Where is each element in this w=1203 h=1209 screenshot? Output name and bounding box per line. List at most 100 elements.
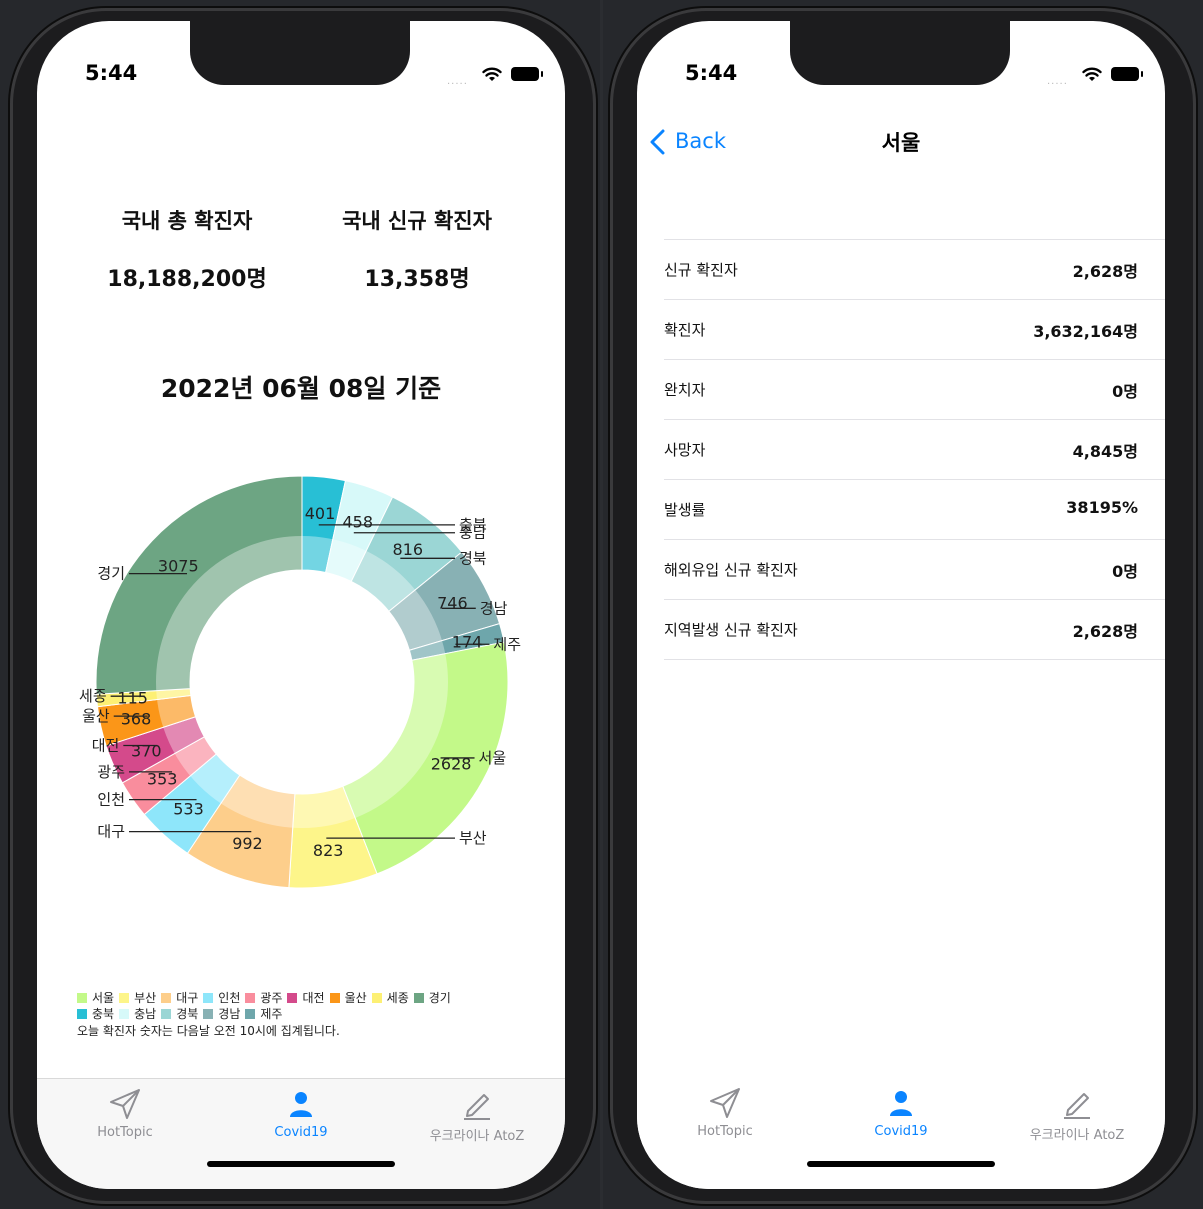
- row-label: 신규 확진자: [664, 261, 738, 279]
- tab-label: 우크라이나 AtoZ: [429, 1129, 525, 1144]
- tab-label: Covid19: [274, 1125, 328, 1140]
- category-label-부산: 부산: [459, 829, 487, 847]
- legend-label: 인천: [218, 991, 241, 1005]
- row-label: 지역발생 신규 확진자: [664, 621, 798, 639]
- paper-plane-icon: [710, 1088, 740, 1118]
- notch: [790, 21, 1010, 85]
- data-label-경북: 816: [393, 540, 424, 559]
- date-title: 2022년 06월 08일 기준: [160, 374, 442, 403]
- data-label-대구: 992: [232, 834, 263, 853]
- home-indicator: [807, 1161, 995, 1167]
- update-note: 오늘 확진자 숫자는 다음날 오전 10시에 집계됩니다.: [77, 1024, 340, 1038]
- legend-label: 울산: [344, 991, 367, 1005]
- tab-hottopic[interactable]: HotTopic: [637, 1086, 813, 1139]
- legend-label: 제주: [260, 1007, 283, 1021]
- regional-donut-chart[interactable]: 401충북458충남816 경북746 경남174 제주2628 서울823부산992대…: [37, 441, 565, 891]
- status-time: 5:44: [685, 61, 738, 85]
- legend-swatch: [413, 993, 424, 1003]
- legend-swatch: [245, 1009, 256, 1019]
- covid-summary-screen: 5:44 ..... 국내 총 확진자 18,188,200명 국내 신규 확진…: [37, 21, 565, 1189]
- list-item: 해외유입 신규 확진자 0명: [664, 540, 1165, 600]
- legend-label: 부산: [134, 991, 157, 1005]
- tab-label: Covid19: [874, 1124, 928, 1139]
- legend-label: 경북: [176, 1007, 199, 1021]
- legend-swatch: [77, 1009, 87, 1019]
- legend-swatch: [161, 1009, 172, 1019]
- tab-label: HotTopic: [97, 1125, 153, 1140]
- tab-bar: HotTopic Covid19 우크라이나 AtoZ: [637, 1078, 1165, 1189]
- row-value: 3,632,164명: [1033, 322, 1138, 341]
- legend-swatch: [203, 993, 214, 1003]
- legend-swatch: [161, 993, 172, 1003]
- legend-item: 충남: [119, 1006, 156, 1022]
- tab-hottopic[interactable]: HotTopic: [37, 1087, 213, 1140]
- data-label-세종: 115: [117, 688, 148, 707]
- legend-item: 충북: [77, 1006, 114, 1022]
- legend-item: 경기: [413, 990, 451, 1006]
- list-item: 지역발생 신규 확진자 2,628명: [664, 600, 1165, 660]
- legend-label: 경남: [218, 1007, 241, 1021]
- status-icons: .....: [439, 65, 543, 87]
- data-label-제주: 174: [452, 632, 483, 651]
- legend-item: 울산: [329, 990, 367, 1006]
- legend-label: 대구: [176, 991, 199, 1005]
- legend-row: 충북 충남 경북 경남 제주: [77, 1006, 547, 1022]
- paper-plane-icon: [110, 1089, 140, 1119]
- legend-swatch: [245, 993, 256, 1003]
- wifi-icon: [482, 67, 502, 81]
- list-item: 발생률 38195%: [664, 480, 1165, 540]
- category-label-인천: 인천: [97, 791, 125, 809]
- list-item: 완치자 0명: [664, 360, 1165, 420]
- list-item: 신규 확진자 2,628명: [664, 240, 1165, 300]
- legend-swatch: [371, 993, 382, 1003]
- battery-icon: [1111, 67, 1143, 81]
- row-value: 4,845명: [1072, 442, 1138, 461]
- data-label-경기: 3075: [158, 556, 199, 575]
- tab-ukraine-atoz[interactable]: 우크라이나 AtoZ: [389, 1087, 565, 1144]
- category-label-대전: 대전: [92, 736, 120, 754]
- total-cases-value: 18,188,200명: [107, 267, 267, 292]
- legend-item: 광주: [245, 990, 282, 1006]
- detail-list: 신규 확진자 2,628명 확진자 3,632,164명 완치자 0명 사망자 …: [664, 239, 1165, 660]
- category-label-경북: 경북: [459, 549, 487, 567]
- tab-ukraine-atoz[interactable]: 우크라이나 AtoZ: [989, 1086, 1165, 1143]
- category-label-경남: 경남: [480, 599, 508, 617]
- category-label-서울: 서울: [479, 749, 507, 767]
- legend-label: 세종: [386, 991, 409, 1005]
- wifi-icon: [1082, 67, 1102, 81]
- legend-label: 서울: [92, 991, 115, 1005]
- seoul-detail-screen: 5:44 ..... 서울 Back 신규 확진자 2,628명 확진자 3,6…: [637, 21, 1165, 1189]
- row-label: 완치자: [664, 381, 706, 399]
- data-label-인천: 533: [173, 800, 204, 819]
- new-cases-value: 13,358명: [364, 267, 470, 292]
- signal-icon: .....: [447, 76, 468, 87]
- legend-row: 서울 부산 대구 인천 광주 대전 울산 세종 경기: [77, 990, 547, 1006]
- status-icons: .....: [1039, 65, 1143, 87]
- row-value: 2,628명: [1072, 622, 1138, 641]
- tab-covid19[interactable]: Covid19: [213, 1087, 389, 1140]
- tab-covid19[interactable]: Covid19: [813, 1086, 989, 1139]
- legend-label: 충남: [134, 1007, 157, 1021]
- legend-item: 경북: [161, 1006, 198, 1022]
- legend-swatch: [329, 993, 340, 1003]
- legend-item: 제주: [245, 1006, 282, 1022]
- legend-label: 경기: [428, 991, 451, 1005]
- category-label-광주: 광주: [97, 763, 125, 781]
- legend-label: 충북: [92, 1007, 115, 1021]
- list-item: 확진자 3,632,164명: [664, 300, 1165, 360]
- row-value: 2,628명: [1072, 262, 1138, 281]
- list-item: 사망자 4,845명: [664, 420, 1165, 480]
- legend-swatch: [203, 1009, 214, 1019]
- data-label-충북: 401: [305, 504, 336, 523]
- legend-item: 부산: [119, 990, 156, 1006]
- legend-label: 광주: [260, 991, 283, 1005]
- data-label-울산: 368: [121, 710, 152, 729]
- chart-legend: 서울 부산 대구 인천 광주 대전 울산 세종 경기 충북 충남 경북 경남 제주: [77, 990, 547, 1022]
- tab-label: 우크라이나 AtoZ: [1029, 1128, 1125, 1143]
- data-label-충남: 458: [342, 512, 373, 531]
- pencil-icon: [464, 1094, 490, 1120]
- legend-swatch: [77, 993, 87, 1003]
- chevron-left-icon: [650, 129, 665, 155]
- legend-swatch: [119, 1009, 130, 1019]
- data-label-광주: 353: [147, 770, 178, 789]
